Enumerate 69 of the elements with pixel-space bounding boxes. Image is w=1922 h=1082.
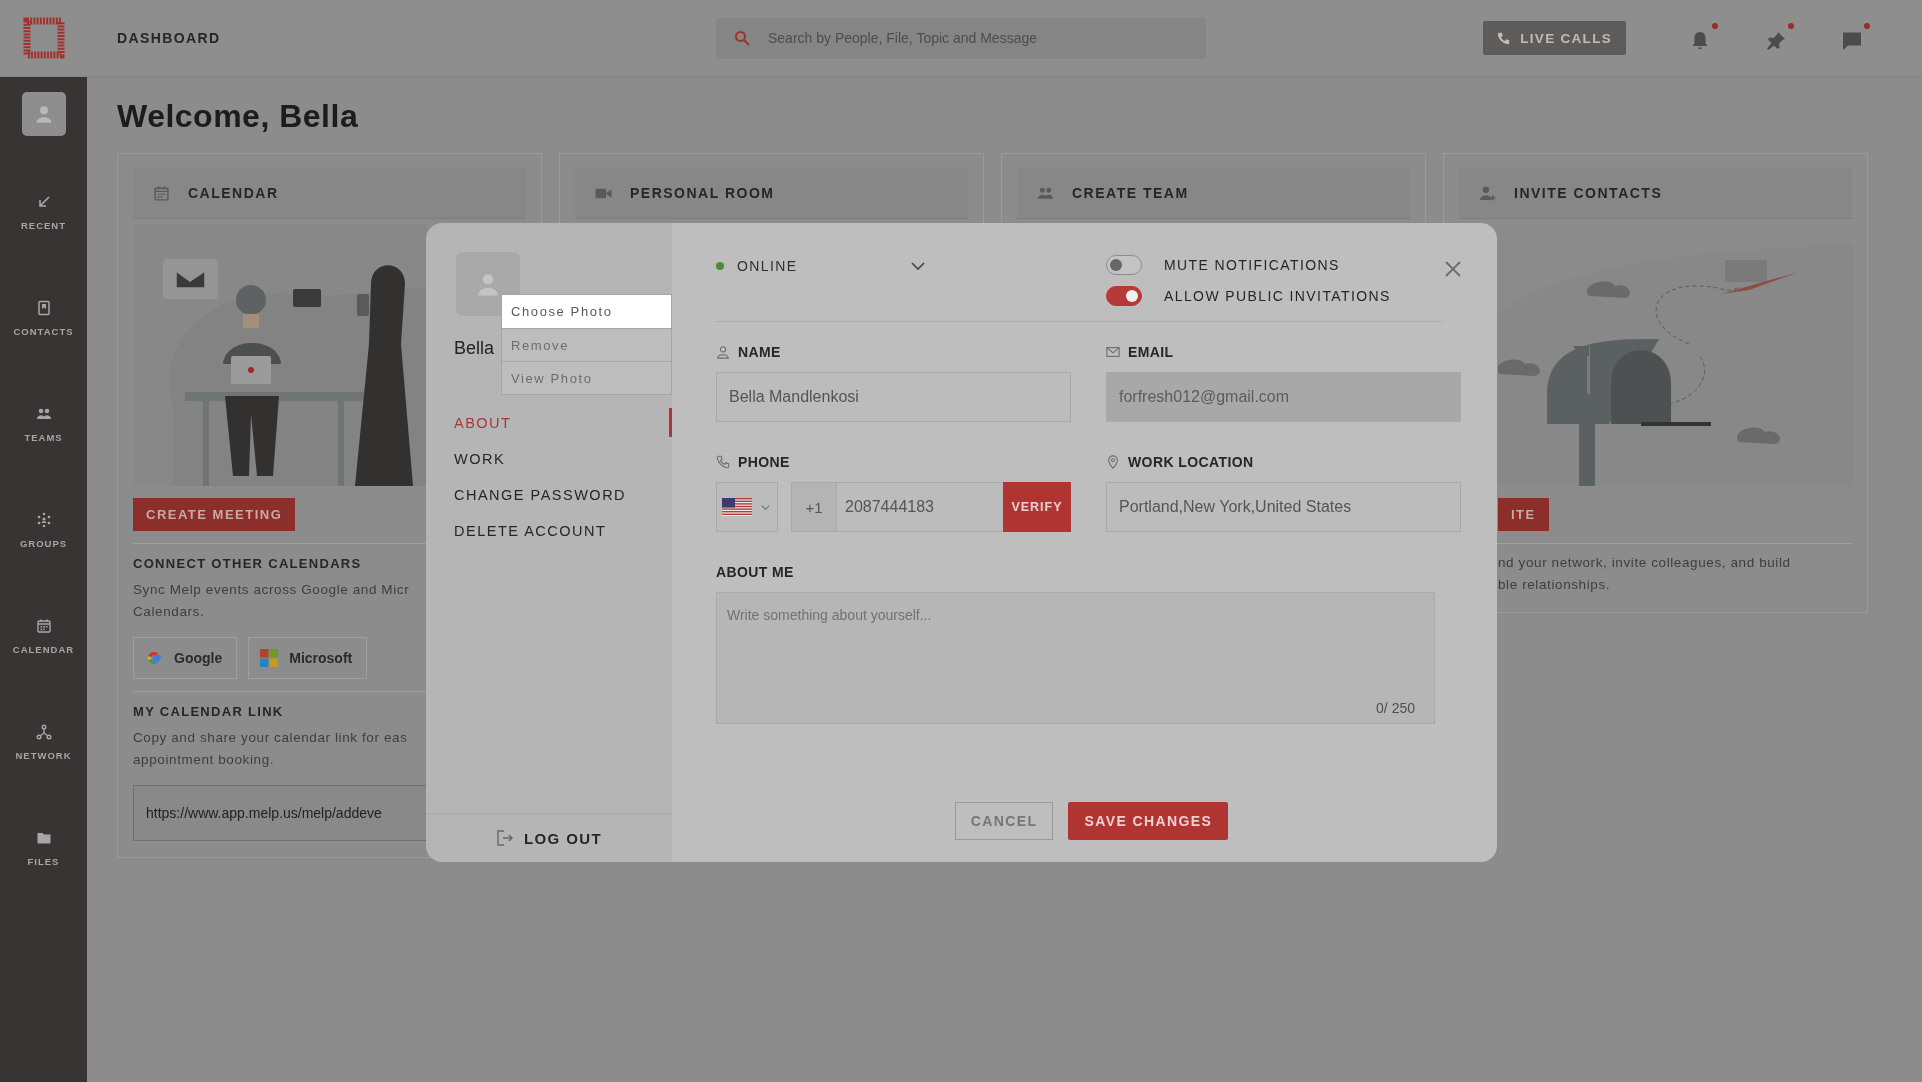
network-icon [35, 724, 52, 740]
character-counter: 0/ 250 [1376, 700, 1415, 716]
phone-icon [1497, 31, 1511, 45]
pin-icon[interactable] [1764, 29, 1788, 53]
section-title: CONNECT OTHER CALENDARS [133, 556, 363, 571]
field-label: ABOUT ME [716, 564, 794, 580]
status-select[interactable]: ONLINE [716, 255, 926, 277]
search-icon [734, 29, 750, 46]
description: Copy and share your calendar link for eas appointment booking. [133, 729, 409, 769]
phone-icon [716, 455, 730, 469]
toggle-label: ALLOW PUBLIC INVITATIONS [1164, 288, 1391, 304]
sidebar-item[interactable]: TEAMS [0, 406, 87, 450]
envelope-icon [1106, 345, 1120, 359]
dots-icon [35, 512, 52, 528]
location-pin-icon [1106, 455, 1120, 469]
user-avatar[interactable] [21, 92, 66, 136]
nav-item[interactable]: DELETE ACCOUNT [426, 516, 672, 545]
card-title: CALENDAR [188, 185, 279, 201]
name-field[interactable]: Bella Mandlenkosi [716, 372, 1071, 422]
logout-icon [495, 829, 514, 847]
close-button[interactable] [1444, 260, 1462, 278]
country-code: +1 [791, 482, 836, 532]
card-title: PERSONAL ROOM [630, 185, 775, 201]
sidebar-item[interactable]: NETWORK [0, 724, 87, 768]
toggle-switch[interactable] [1106, 286, 1142, 306]
flag-icon [722, 498, 752, 516]
description: Sync Melp events across Google and Micr Calendars. [133, 581, 411, 621]
field-label: WORK LOCATION [1128, 454, 1254, 470]
book-icon [35, 300, 52, 316]
toggle-label: MUTE NOTIFICATIONS [1164, 257, 1340, 273]
sidebar-item[interactable]: CALENDAR [0, 618, 87, 662]
folder-icon [35, 830, 52, 846]
country-select[interactable] [716, 482, 778, 532]
nav-item[interactable]: WORK [426, 444, 672, 473]
sidebar-item[interactable]: CONTACTS [0, 300, 87, 344]
field-label: NAME [738, 344, 781, 360]
create-meeting-button[interactable]: CREATE MEETING [133, 498, 296, 531]
people-icon [35, 406, 52, 422]
field-label: EMAIL [1128, 344, 1174, 360]
status-dot [716, 262, 724, 270]
sidebar-item[interactable]: RECENT [0, 194, 87, 238]
search-field[interactable]: Search by People, File, Topic and Message [716, 17, 1206, 59]
person-icon [716, 345, 730, 359]
calendar-icon [35, 618, 52, 634]
live-calls-button[interactable]: LIVE CALLS [1483, 21, 1626, 55]
field-label: PHONE [738, 454, 790, 470]
welcome-heading: Welcome, Bella [117, 97, 360, 135]
nav-item[interactable]: CHANGE PASSWORD [426, 480, 672, 509]
calendar-icon [153, 184, 170, 202]
phone-field[interactable]: 2087444183 [836, 482, 1003, 532]
provider-button[interactable]: Google [133, 637, 238, 679]
add-person-icon [1479, 184, 1496, 202]
menu-item[interactable]: Choose Photo [502, 295, 671, 328]
provider-button[interactable]: Microsoft [248, 637, 368, 679]
four-squares-icon [259, 648, 280, 668]
description: nd your network, invite colleagues, and build ble relationships. [1498, 554, 1792, 594]
location-field[interactable]: Portland,New York,United States [1106, 482, 1461, 532]
cancel-button[interactable]: CANCEL [954, 802, 1054, 840]
toggle-switch[interactable] [1106, 255, 1142, 275]
page-title: DASHBOARD [117, 30, 222, 46]
sidebar-item[interactable]: GROUPS [0, 512, 87, 556]
user-name: Bella [454, 338, 495, 360]
verify-button[interactable]: VERIFY [1003, 482, 1071, 532]
card-title: INVITE CONTACTS [1514, 185, 1663, 201]
section-title: MY CALENDAR LINK [133, 704, 285, 719]
save-changes-button[interactable]: SAVE CHANGES [1068, 802, 1229, 840]
sidebar-item[interactable]: FILES [0, 830, 87, 874]
invite-button[interactable]: ITE [1498, 498, 1549, 531]
card-title: CREATE TEAM [1072, 185, 1189, 201]
